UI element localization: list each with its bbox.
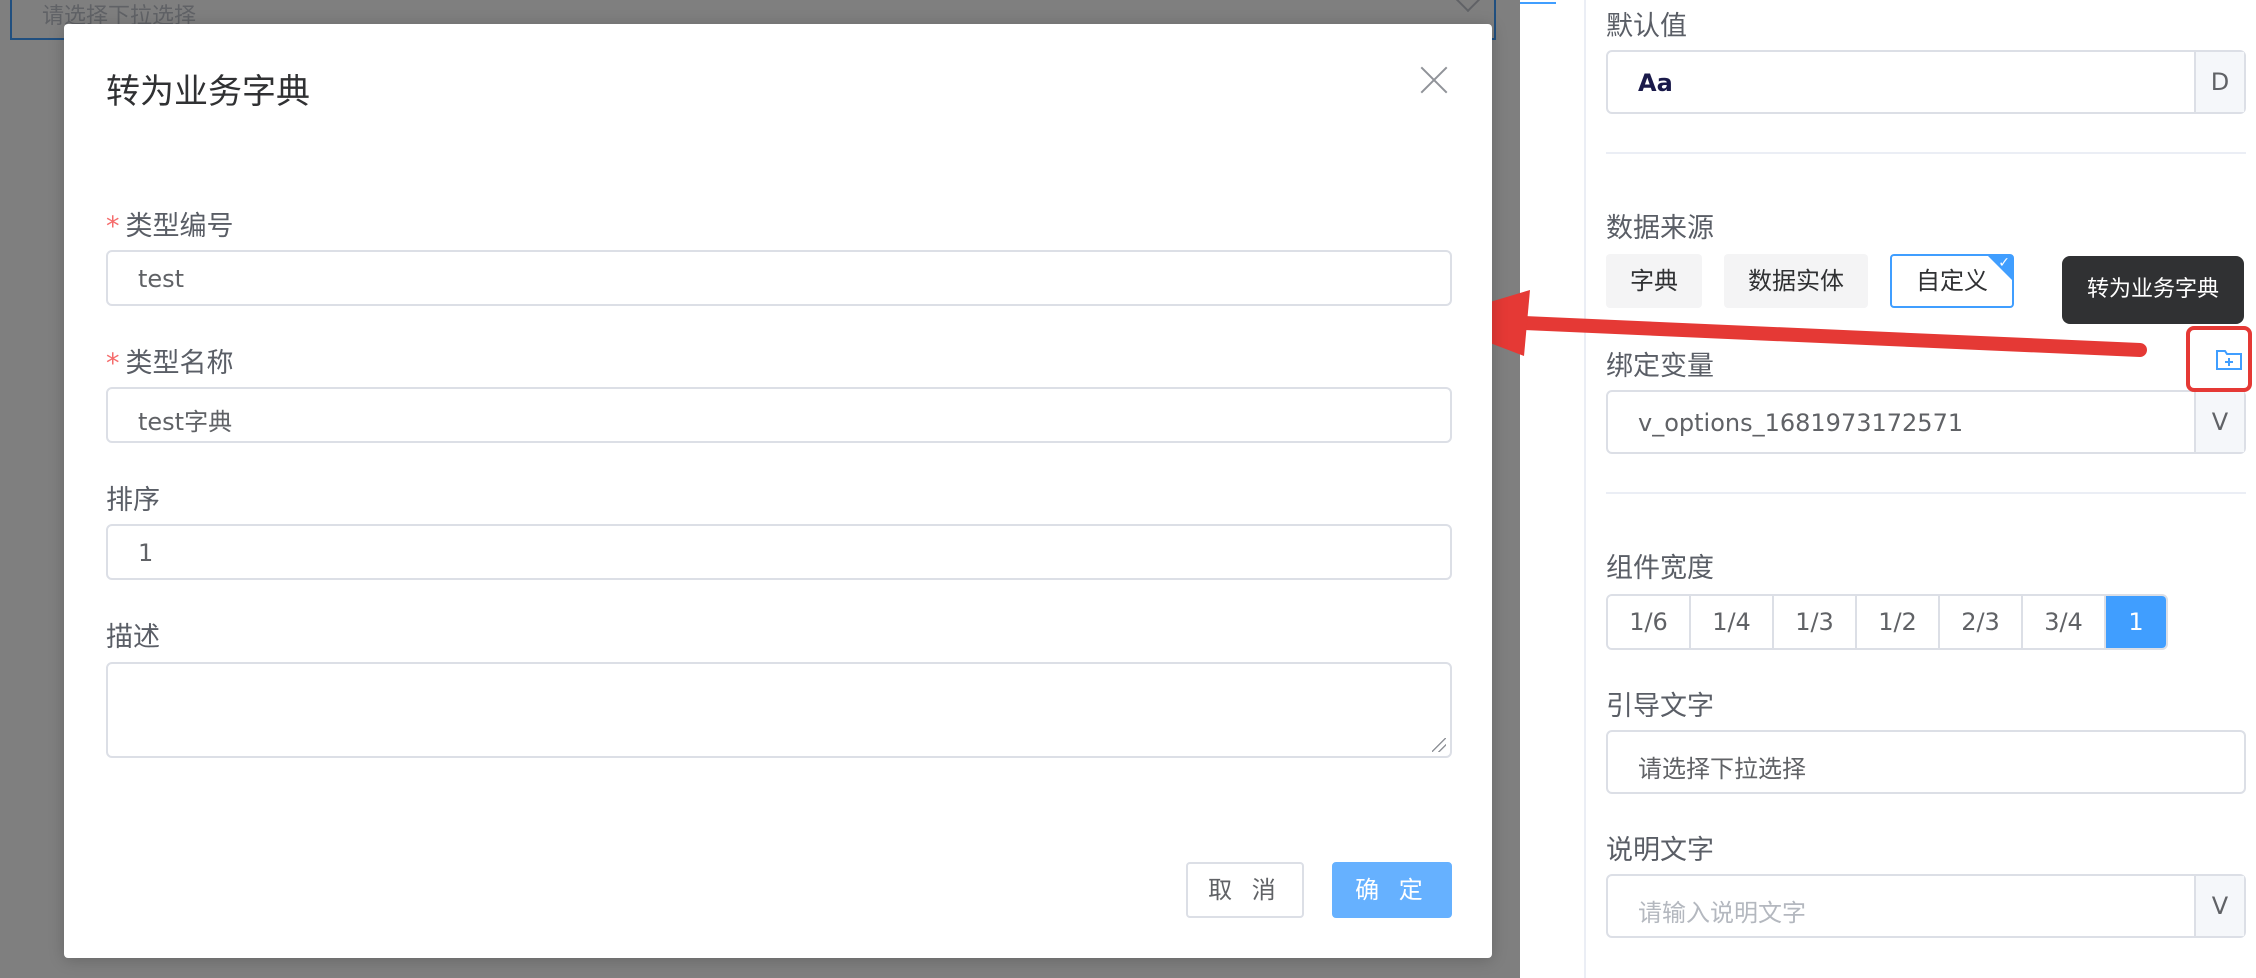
resize-handle-icon[interactable] — [1432, 738, 1446, 752]
sort-value: 1 — [138, 539, 154, 567]
width-label: 组件宽度 — [1606, 553, 1714, 584]
folder-plus-icon[interactable] — [2216, 348, 2242, 370]
type-code-value: test — [138, 265, 185, 293]
type-code-input[interactable]: test — [106, 250, 1452, 306]
width-option[interactable]: 1/2 — [1857, 596, 1940, 648]
type-name-label: * 类型名称 — [106, 341, 234, 380]
guide-text-label: 引导文字 — [1606, 691, 1714, 722]
canvas-edge — [1520, 0, 1556, 4]
desc-text-input[interactable]: 请输入说明文字 V — [1606, 874, 2246, 938]
desc-text-suffix-button[interactable]: V — [2194, 876, 2244, 936]
type-code-label-text: 类型编号 — [125, 211, 234, 242]
default-value-text: Aa — [1638, 69, 1673, 97]
default-value-input[interactable]: Aa D — [1606, 50, 2246, 114]
width-option[interactable]: 1/6 — [1608, 596, 1691, 648]
bind-variable-value: v_options_1681973172571 — [1638, 409, 1964, 437]
guide-text-input[interactable]: 请选择下拉选择 — [1606, 730, 2246, 794]
description-textarea[interactable] — [106, 662, 1452, 758]
width-option[interactable]: 1/3 — [1774, 596, 1857, 648]
default-value-suffix-button[interactable]: D — [2194, 52, 2244, 112]
width-option[interactable]: 1/4 — [1691, 596, 1774, 648]
required-mark: * — [106, 348, 120, 379]
property-panel: 默认值 Aa D 数据来源 字典 数据实体 自定义 ✓ 绑定变量 v_optio… — [1606, 0, 2256, 978]
width-selector: 1/6 1/4 1/3 1/2 2/3 3/4 1 — [1606, 594, 2168, 650]
data-source-custom-label: 自定义 — [1916, 267, 1988, 295]
dialog-title: 转为业务字典 — [106, 72, 310, 112]
data-source-entity[interactable]: 数据实体 — [1724, 254, 1868, 308]
bind-variable-label: 绑定变量 — [1606, 351, 1714, 382]
cancel-button[interactable]: 取 消 — [1186, 862, 1304, 918]
type-name-value: test字典 — [138, 408, 233, 436]
type-code-label: * 类型编号 — [106, 204, 234, 243]
type-name-label-text: 类型名称 — [125, 348, 234, 379]
width-option-selected[interactable]: 1 — [2106, 596, 2166, 648]
close-icon[interactable] — [1420, 66, 1448, 94]
data-source-dictionary[interactable]: 字典 — [1606, 254, 1702, 308]
width-option[interactable]: 3/4 — [2023, 596, 2106, 648]
width-option[interactable]: 2/3 — [1940, 596, 2023, 648]
sort-label: 排序 — [106, 485, 160, 516]
description-label: 描述 — [106, 622, 160, 653]
required-mark: * — [106, 211, 120, 242]
bind-variable-suffix-button[interactable]: V — [2194, 392, 2244, 452]
default-value-label: 默认值 — [1606, 11, 1687, 42]
data-source-custom[interactable]: 自定义 ✓ — [1890, 254, 2014, 308]
bind-variable-input[interactable]: v_options_1681973172571 V — [1606, 390, 2246, 454]
sort-input[interactable]: 1 — [106, 524, 1452, 580]
confirm-button[interactable]: 确 定 — [1332, 862, 1452, 918]
convert-dictionary-dialog: 转为业务字典 * 类型编号 test * 类型名称 test字典 排序 1 描述 取… — [64, 24, 1492, 958]
desc-text-label: 说明文字 — [1606, 835, 1714, 866]
convert-tooltip: 转为业务字典 — [2062, 256, 2244, 324]
desc-text-placeholder: 请输入说明文字 — [1638, 899, 1806, 927]
guide-text-value: 请选择下拉选择 — [1638, 755, 1806, 783]
divider — [1606, 152, 2246, 154]
type-name-input[interactable]: test字典 — [106, 387, 1452, 443]
check-icon: ✓ — [1998, 255, 2010, 271]
panel-divider — [1584, 0, 1586, 978]
divider — [1606, 492, 2246, 494]
data-source-label: 数据来源 — [1606, 213, 1714, 244]
